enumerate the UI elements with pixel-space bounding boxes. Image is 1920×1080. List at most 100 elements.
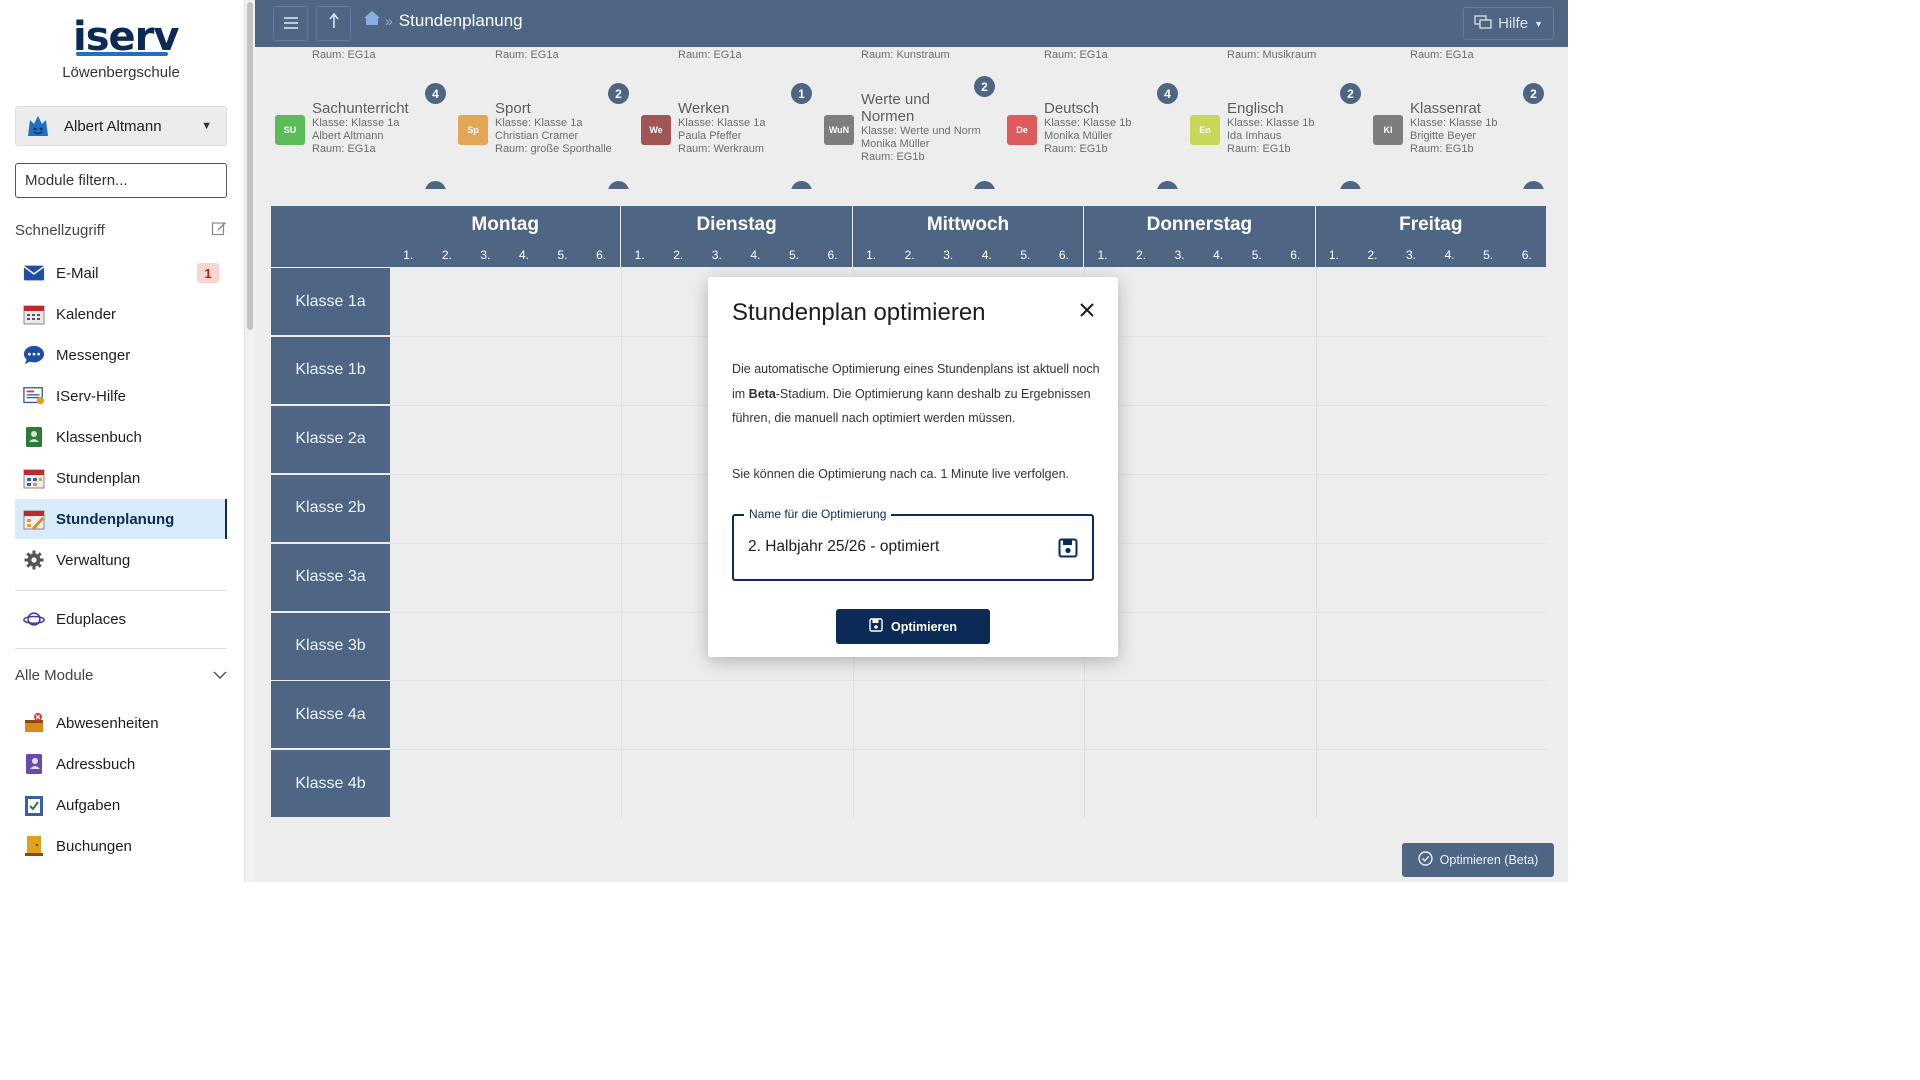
- edit-icon[interactable]: [211, 220, 227, 240]
- card-handle[interactable]: [1157, 181, 1178, 189]
- subject-badge: WuN: [824, 115, 854, 145]
- card-detail: Raum: EG1a: [312, 143, 376, 155]
- optimization-name-field[interactable]: Name für die Optimierung: [732, 507, 1094, 581]
- card-detail: Klasse: Klasse 1b: [1044, 117, 1132, 129]
- lesson-count-badge: 2: [1523, 83, 1544, 104]
- subject-title: Klassenrat: [1410, 100, 1481, 117]
- period-label: 3.: [1406, 248, 1417, 262]
- lesson-card[interactable]: SU Sachunterricht Klasse: Klasse 1a Albert …: [255, 83, 446, 189]
- help-chat-icon: [1474, 14, 1492, 33]
- page-title: Stundenplanung: [398, 10, 523, 30]
- logo-underline: [76, 52, 168, 56]
- day-name: Freitag: [1399, 214, 1463, 235]
- day-name: Mittwoch: [926, 214, 1010, 235]
- lesson-card[interactable]: We Werken Klasse: Klasse 1a Paula Pfeffer Ra…: [621, 83, 812, 189]
- messenger-icon: [23, 344, 45, 366]
- grid-corner: [271, 206, 390, 267]
- card-detail: Raum: Werkraum: [678, 143, 764, 155]
- sidebar-item-verwaltung[interactable]: Verwaltung: [15, 540, 227, 580]
- class-row-label: Klasse 1a: [271, 268, 390, 335]
- planet-icon: [23, 608, 45, 630]
- sidebar-item-label: Verwaltung: [56, 551, 131, 569]
- card-detail: Klasse: Klasse 1b: [1410, 117, 1498, 129]
- home-icon[interactable]: [363, 10, 381, 31]
- sidebar-item-email[interactable]: E-Mail 1: [15, 253, 227, 293]
- card-text: Sport Klasse: Klasse 1a Christian Cramer Ra…: [495, 100, 621, 156]
- card-room: Raum: Musikraum: [1227, 49, 1317, 61]
- period-label: 3.: [480, 248, 491, 262]
- card-handle[interactable]: [425, 181, 446, 189]
- sidebar-item-kalender[interactable]: Kalender: [15, 294, 227, 334]
- lesson-card[interactable]: Kl Klassenrat Klasse: Klasse 1b Brigitte Be…: [1353, 83, 1544, 189]
- period-label: 5.: [1020, 248, 1031, 262]
- period-label: 1.: [1328, 248, 1339, 262]
- lesson-card[interactable]: WuN Werte und Normen Klasse: Werte und Nor…: [804, 76, 995, 189]
- card-detail: Ida Imhaus: [1227, 130, 1282, 142]
- breadcrumb-separator: »: [385, 12, 393, 29]
- sidebar-item-abwesenheiten[interactable]: Abwesenheiten: [15, 703, 227, 743]
- lesson-cards-strip[interactable]: Raum: EG1a Raum: EG1a Raum: EG1a Raum: K…: [255, 47, 1568, 189]
- lesson-card[interactable]: De Deutsch Klasse: Klasse 1b Monika Müller R…: [987, 83, 1178, 189]
- optimize-button[interactable]: Optimieren: [836, 609, 990, 644]
- period-label: 3.: [943, 248, 954, 262]
- optimization-name-input[interactable]: [748, 538, 1048, 556]
- school-name: Löwenbergschule: [62, 64, 180, 81]
- card-handle[interactable]: [974, 181, 995, 189]
- timetable-icon: [23, 467, 45, 489]
- sidebar-item-stundenplan[interactable]: Stundenplan: [15, 458, 227, 498]
- period-label: 5.: [788, 248, 799, 262]
- card-text: Englisch Klasse: Klasse 1b Ida Imhaus Raum:…: [1227, 100, 1353, 156]
- card-detail: Klasse: Klasse 1a: [678, 117, 766, 129]
- scrollbar-thumb[interactable]: [247, 2, 253, 330]
- field-label: Name für die Optimierung: [744, 507, 892, 521]
- divider: [15, 648, 227, 649]
- day-name: Montag: [471, 214, 539, 235]
- card-handle[interactable]: [608, 181, 629, 189]
- card-detail: Brigitte Beyer: [1410, 130, 1477, 142]
- menu-button[interactable]: [273, 6, 308, 41]
- subject-badge: SU: [275, 115, 305, 145]
- sidebar-item-label: E-Mail: [56, 264, 99, 282]
- sidebar-item-label: Abwesenheiten: [56, 714, 159, 732]
- caret-down-icon: ▼: [1534, 18, 1543, 29]
- module-filter-input[interactable]: [15, 163, 227, 198]
- optimize-beta-button[interactable]: Optimieren (Beta): [1402, 843, 1554, 877]
- period-label: 1.: [1097, 248, 1108, 262]
- lesson-card[interactable]: En Englisch Klasse: Klasse 1b Ida Imhaus Rau…: [1170, 83, 1361, 189]
- dialog-description: Die automatische Optimierung eines Stund…: [732, 357, 1100, 431]
- close-button[interactable]: [1076, 301, 1098, 323]
- period-label: 1.: [866, 248, 877, 262]
- all-modules-header[interactable]: Alle Module: [15, 667, 227, 684]
- card-detail: Klasse: Klasse 1a: [312, 117, 400, 129]
- arrow-up-icon: [328, 12, 340, 34]
- user-name: Albert Altmann: [64, 117, 162, 135]
- sidebar-item-aufgaben[interactable]: Aufgaben: [15, 785, 227, 825]
- card-detail: Albert Altmann: [312, 130, 384, 142]
- card-handle[interactable]: [1523, 181, 1544, 189]
- save-icon[interactable]: [1058, 538, 1078, 563]
- card-handle[interactable]: [1340, 181, 1361, 189]
- sidebar-item-eduplaces[interactable]: Eduplaces: [15, 599, 227, 639]
- sidebar-item-label: Stundenplan: [56, 469, 141, 487]
- sidebar-item-messenger[interactable]: Messenger: [15, 335, 227, 375]
- sidebar-item-iserv-hilfe[interactable]: IServ-Hilfe: [15, 376, 227, 416]
- quick-access-header: Schnellzugriff: [15, 220, 227, 240]
- lesson-card[interactable]: Sp Sport Klasse: Klasse 1a Christian Cramer…: [438, 83, 629, 189]
- card-detail: Paula Pfeffer: [678, 130, 742, 142]
- help-button[interactable]: Hilfe ▼: [1463, 7, 1554, 40]
- period-label: 2.: [1136, 248, 1147, 262]
- card-detail: Klasse: Klasse 1b: [1227, 117, 1315, 129]
- sidebar-item-klassenbuch[interactable]: Klassenbuch: [15, 417, 227, 457]
- sidebar-item-buchungen[interactable]: Buchungen: [15, 826, 227, 866]
- dialog-title: Stundenplan optimieren: [732, 299, 986, 326]
- period-label: 5.: [1251, 248, 1262, 262]
- user-menu[interactable]: Albert Altmann ▼: [15, 106, 227, 146]
- sidebar-item-label: Klassenbuch: [56, 428, 142, 446]
- help-book-icon: [23, 385, 45, 407]
- card-handle[interactable]: [791, 181, 812, 189]
- sidebar-scrollbar[interactable]: [244, 0, 255, 882]
- card-room: Raum: EG1a: [495, 49, 559, 61]
- sidebar-item-adressbuch[interactable]: Adressbuch: [15, 744, 227, 784]
- sidebar-item-stundenplanung[interactable]: Stundenplanung: [15, 499, 227, 539]
- up-button[interactable]: [316, 6, 351, 41]
